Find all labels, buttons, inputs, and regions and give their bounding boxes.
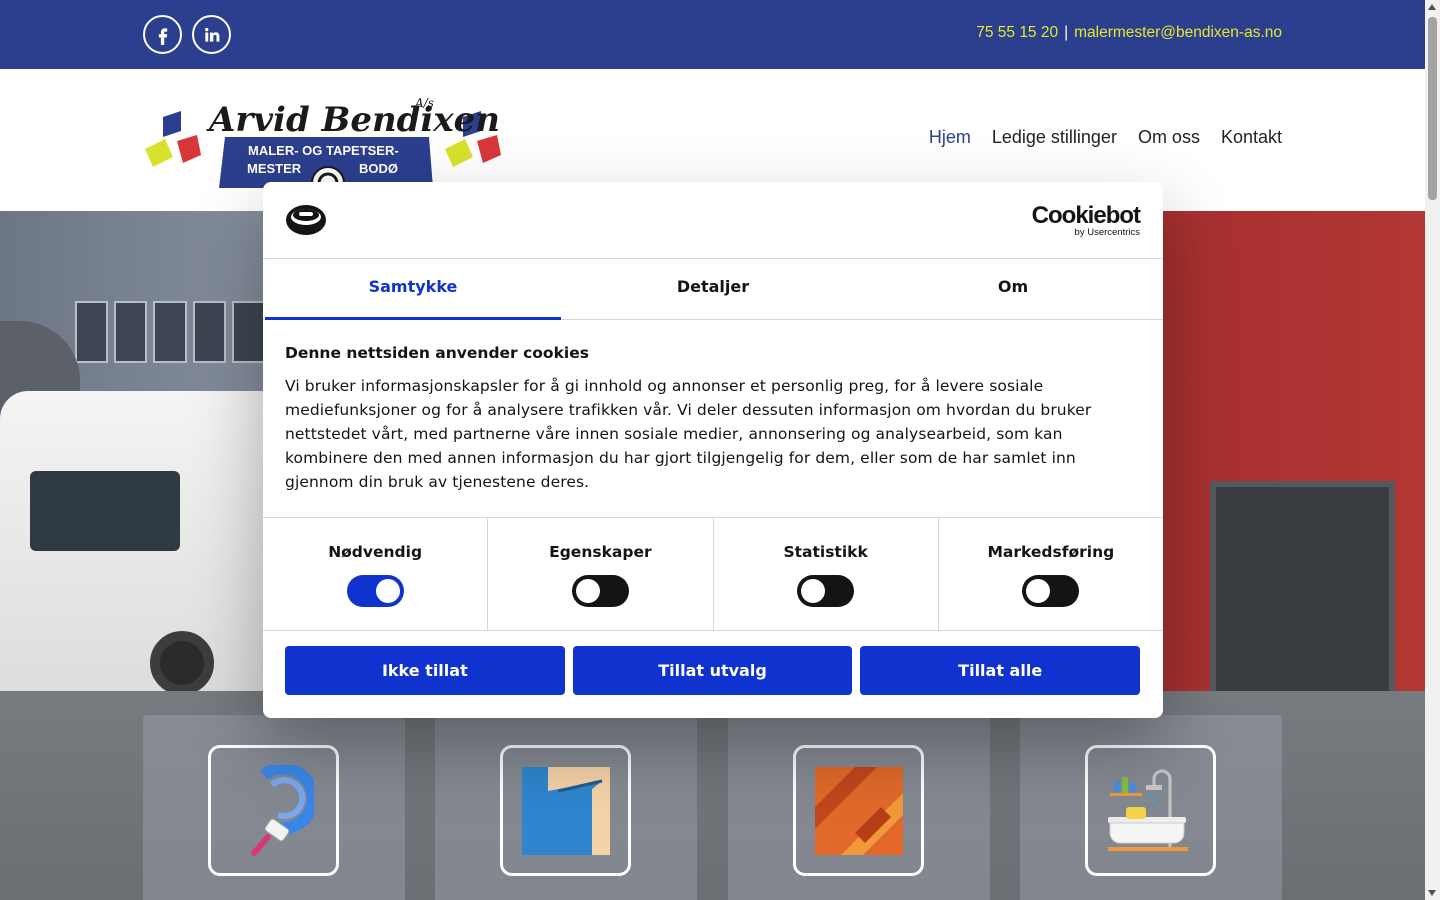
toggle-egenskaper[interactable] xyxy=(571,575,629,607)
toggle-knob xyxy=(1026,579,1051,603)
contact-separator: | xyxy=(1064,24,1069,41)
cookie-consent-dialog: Cookiebot by Usercentrics Samtykke Detal… xyxy=(263,182,1163,718)
logo-line3-left: MESTER xyxy=(247,161,302,176)
toggle-statistikk[interactable] xyxy=(797,575,855,607)
phone-link[interactable]: 75 55 15 20 xyxy=(976,24,1058,41)
cookiebot-name: Cookiebot xyxy=(1031,202,1141,229)
toggle-label-nodvendig: Nødvendig xyxy=(328,543,423,561)
tab-samtykke[interactable]: Samtykke xyxy=(263,259,563,320)
nav-item-ledige-stillinger[interactable]: Ledige stillinger xyxy=(992,127,1117,148)
main-nav: Hjem Ledige stillinger Om oss Kontakt xyxy=(929,127,1282,148)
dialog-header: Cookiebot by Usercentrics xyxy=(263,182,1163,259)
deny-button[interactable]: Ikke tillat xyxy=(285,646,565,695)
tab-om[interactable]: Om xyxy=(863,259,1163,319)
hero-windows xyxy=(75,301,266,363)
toggle-label-egenskaper: Egenskaper xyxy=(549,543,652,561)
contact-info: 75 55 15 20 | malermester@bendixen-as.no xyxy=(976,24,1282,42)
toggle-label-statistikk: Statistikk xyxy=(783,543,868,561)
scroll-up-icon[interactable] xyxy=(1428,4,1436,10)
logo-line3-right: BODØ xyxy=(359,161,398,176)
nav-item-hjem[interactable]: Hjem xyxy=(929,127,971,148)
cookie-logo-icon xyxy=(286,205,326,235)
logo-suffix: A/s xyxy=(414,96,434,110)
toggle-cell-statistikk: Statistikk xyxy=(714,518,939,630)
allow-selection-button[interactable]: Tillat utvalg xyxy=(572,646,853,695)
dialog-body: Vi bruker informasjonskapsler for å gi i… xyxy=(285,377,1092,491)
logo-title: Arvid Bendixen xyxy=(206,100,500,140)
toggle-knob xyxy=(575,579,600,603)
nav-item-om-oss[interactable]: Om oss xyxy=(1138,127,1200,148)
cookiebot-brand[interactable]: Cookiebot by Usercentrics xyxy=(1031,202,1141,238)
allow-all-button[interactable]: Tillat alle xyxy=(860,646,1141,695)
toggle-knob xyxy=(375,579,400,603)
flooring-icon xyxy=(793,745,924,876)
toggle-markedsforing[interactable] xyxy=(1022,575,1080,607)
scroll-down-icon[interactable] xyxy=(1428,890,1436,896)
bathroom-icon xyxy=(1085,745,1216,876)
facebook-icon[interactable] xyxy=(143,15,182,54)
service-tile-wallpaper[interactable] xyxy=(435,715,697,900)
nav-item-kontakt[interactable]: Kontakt xyxy=(1221,127,1282,148)
service-tile-bathroom[interactable] xyxy=(1020,715,1282,900)
dialog-tabs: Samtykke Detaljer Om xyxy=(263,259,1163,320)
paint-roller-icon xyxy=(208,745,339,876)
toggle-label-markedsforing: Markedsføring xyxy=(987,543,1115,561)
wallpaper-icon xyxy=(500,745,631,876)
service-tile-painting[interactable] xyxy=(143,715,405,900)
page-scrollbar[interactable] xyxy=(1425,0,1440,900)
top-bar: 75 55 15 20 | malermester@bendixen-as.no xyxy=(0,0,1425,69)
toggle-knob xyxy=(801,579,826,603)
linkedin-icon[interactable] xyxy=(192,15,231,54)
toggle-cell-egenskaper: Egenskaper xyxy=(488,518,714,630)
toggle-nodvendig[interactable] xyxy=(346,575,404,607)
dialog-buttons: Ikke tillat Tillat utvalg Tillat alle xyxy=(285,646,1141,695)
consent-toggles: Nødvendig Egenskaper Statistikk Markedsf… xyxy=(263,517,1163,631)
logo-line2: MALER- OG TAPETSER- xyxy=(248,143,399,158)
cookiebot-by: by Usercentrics xyxy=(1074,227,1140,238)
tab-detaljer[interactable]: Detaljer xyxy=(563,259,863,319)
toggle-cell-markedsforing: Markedsføring xyxy=(939,518,1163,630)
hero-truck-window xyxy=(30,471,180,551)
service-tile-flooring[interactable] xyxy=(728,715,990,900)
dialog-title: Denne nettsiden anvender cookies xyxy=(285,344,589,362)
toggle-cell-nodvendig: Nødvendig xyxy=(263,518,489,630)
scroll-thumb[interactable] xyxy=(1428,17,1437,200)
hero-truck-wheel xyxy=(150,631,214,695)
email-link[interactable]: malermester@bendixen-as.no xyxy=(1074,24,1282,41)
